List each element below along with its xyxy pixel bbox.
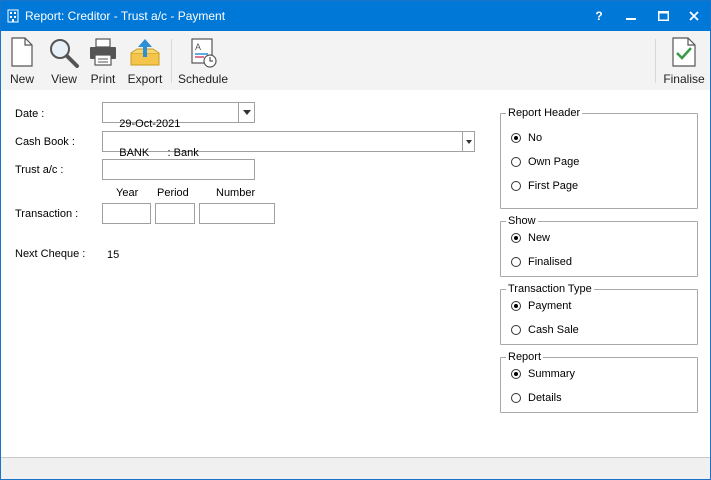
number-label: Number xyxy=(216,187,256,199)
transaction-label: Transaction : xyxy=(15,208,79,220)
transaction-type-cash-sale-radio[interactable]: Cash Sale xyxy=(511,323,579,337)
new-document-icon xyxy=(11,37,33,67)
close-icon xyxy=(689,11,699,21)
radio-label: Details xyxy=(528,392,562,404)
radio-label: Payment xyxy=(528,300,572,312)
cashbook-dropdown-button[interactable] xyxy=(462,132,474,151)
date-dropdown-button[interactable] xyxy=(238,103,254,122)
radio-selected-icon xyxy=(511,233,521,243)
view-label: View xyxy=(51,72,77,86)
print-button[interactable]: Print xyxy=(86,33,120,89)
status-bar xyxy=(1,457,710,479)
report-header-first-page-radio[interactable]: First Page xyxy=(511,179,578,193)
show-finalised-radio[interactable]: Finalised xyxy=(511,255,572,269)
radio-unselected-icon xyxy=(511,181,521,191)
new-label: New xyxy=(9,72,34,86)
radio-selected-icon xyxy=(511,301,521,311)
radio-label: New xyxy=(528,232,551,244)
cashbook-label: Cash Book : xyxy=(15,136,75,148)
export-button[interactable]: Export xyxy=(124,33,166,89)
trust-label: Trust a/c : xyxy=(15,164,64,176)
transaction-period-input[interactable] xyxy=(155,203,195,224)
close-button[interactable] xyxy=(678,1,710,31)
radio-label: No xyxy=(528,132,543,144)
help-button[interactable]: ? xyxy=(583,1,615,31)
year-label: Year xyxy=(116,187,139,199)
radio-selected-icon xyxy=(511,133,521,143)
report-legend: Report xyxy=(506,351,544,363)
title-bar[interactable]: Report: Creditor - Trust a/c - Payment ? xyxy=(1,1,710,31)
cashbook-value: BANK : Bank xyxy=(119,147,199,159)
magnifier-icon xyxy=(50,39,79,68)
report-header-legend: Report Header xyxy=(506,107,583,119)
print-label: Print xyxy=(90,72,116,86)
chevron-down-icon xyxy=(465,139,472,144)
building-icon xyxy=(7,9,19,23)
period-label: Period xyxy=(157,187,189,199)
window-title: Report: Creditor - Trust a/c - Payment xyxy=(25,9,226,23)
cashbook-field[interactable]: BANK : Bank xyxy=(102,131,475,159)
schedule-button[interactable]: A Schedule xyxy=(177,33,229,89)
radio-label: Finalised xyxy=(528,256,573,268)
radio-label: First Page xyxy=(528,180,579,192)
svg-text:A: A xyxy=(195,42,201,52)
report-window: Report: Creditor - Trust a/c - Payment ?… xyxy=(0,0,711,480)
toolbar: New View Print Export A Schedule Finalis… xyxy=(1,31,710,90)
transaction-type-payment-radio[interactable]: Payment xyxy=(511,299,571,313)
radio-unselected-icon xyxy=(511,325,521,335)
export-label: Export xyxy=(127,72,163,86)
schedule-icon: A xyxy=(191,38,217,68)
trust-account-input[interactable] xyxy=(102,159,255,180)
printer-icon xyxy=(90,38,116,66)
finalise-button[interactable]: Finalise xyxy=(661,33,707,89)
transaction-type-legend: Transaction Type xyxy=(506,283,594,295)
radio-unselected-icon xyxy=(511,393,521,403)
show-new-radio[interactable]: New xyxy=(511,231,550,245)
help-icon: ? xyxy=(595,9,603,23)
transaction-year-input[interactable] xyxy=(102,203,151,224)
date-field[interactable]: 29-Oct-2021 xyxy=(102,102,255,130)
show-group: Show New Finalised xyxy=(500,215,698,277)
report-header-own-page-radio[interactable]: Own Page xyxy=(511,155,579,169)
radio-unselected-icon xyxy=(511,157,521,167)
report-summary-radio[interactable]: Summary xyxy=(511,367,575,381)
transaction-number-input[interactable] xyxy=(199,203,275,224)
finalise-label: Finalise xyxy=(663,72,705,86)
toolbar-separator xyxy=(655,39,656,83)
toolbar-separator xyxy=(171,39,172,83)
minimize-button[interactable] xyxy=(615,1,647,31)
report-header-no-radio[interactable]: No xyxy=(511,131,542,145)
schedule-label: Schedule xyxy=(177,72,229,86)
minimize-icon xyxy=(626,18,636,20)
next-cheque-label: Next Cheque : xyxy=(15,248,86,260)
date-label: Date : xyxy=(15,108,45,120)
new-button[interactable]: New xyxy=(5,33,39,89)
maximize-icon xyxy=(657,11,669,21)
report-details-radio[interactable]: Details xyxy=(511,391,562,405)
chevron-down-icon xyxy=(242,110,251,115)
view-button[interactable]: View xyxy=(45,33,83,89)
radio-unselected-icon xyxy=(511,257,521,267)
export-icon xyxy=(130,39,160,66)
date-value: 29-Oct-2021 xyxy=(119,118,181,130)
next-cheque-value: 15 xyxy=(107,249,120,261)
radio-label: Summary xyxy=(528,368,576,380)
transaction-type-group: Transaction Type Payment Cash Sale xyxy=(500,283,698,345)
finalise-check-icon xyxy=(672,37,696,67)
radio-label: Cash Sale xyxy=(528,324,579,336)
radio-selected-icon xyxy=(511,369,521,379)
report-group: Report Summary Details xyxy=(500,351,698,413)
show-legend: Show xyxy=(506,215,538,227)
radio-label: Own Page xyxy=(528,156,580,168)
report-header-group: Report Header No Own Page First Page xyxy=(500,107,698,209)
maximize-button[interactable] xyxy=(647,1,679,31)
